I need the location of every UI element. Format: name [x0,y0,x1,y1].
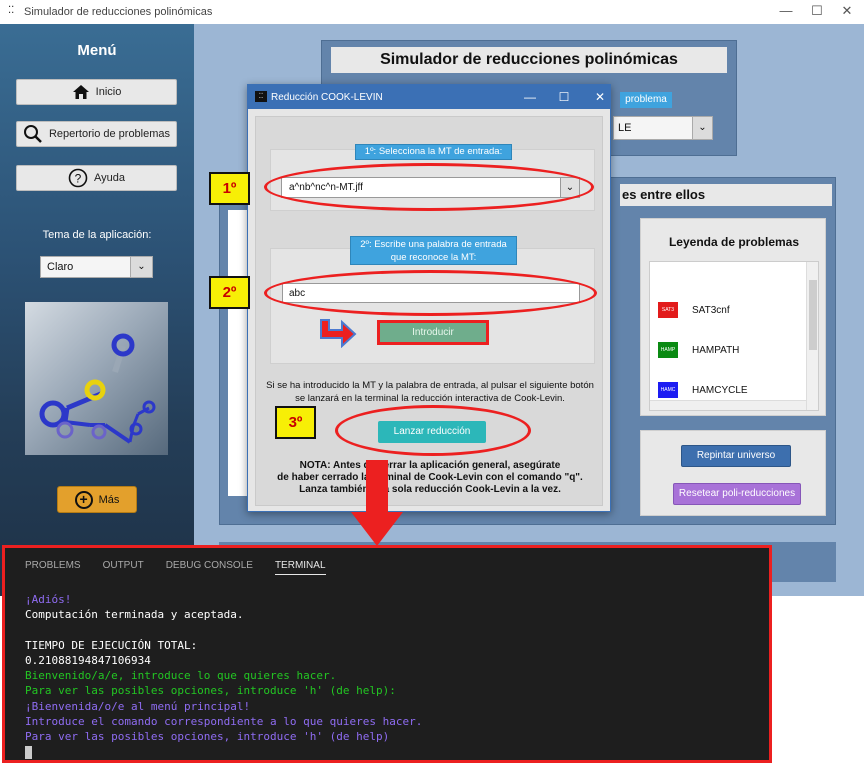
theme-select[interactable]: Claro ⌄ [40,256,153,278]
tab-terminal[interactable]: TERMINAL [274,560,326,575]
legend-panel: Leyenda de problemas SAT3 SAT3cnf HAMP H… [640,218,826,416]
terminal-line: Bienvenido/a/e, introduce lo que quieres… [25,669,337,683]
info-text: Si se ha introducido la MT y la palabra … [256,379,604,405]
legend-item: SAT3 SAT3cnf [658,302,730,318]
terminal-line: Para ver las posibles opciones, introduc… [25,730,390,744]
dialog-app-icon: ⁚⁚ [255,91,267,102]
title-bar: ⁚⁚ Simulador de reducciones polinómicas … [0,0,864,24]
tab-problems[interactable]: PROBLEMS [25,560,81,575]
home-icon [72,85,89,99]
legend-item-label: HAMCYCLE [692,384,748,396]
step1-label: 1º: Selecciona la MT de entrada: [355,144,512,160]
help-icon: ? [68,168,88,188]
terminal-tabs: PROBLEMS OUTPUT DEBUG CONSOLE TERMINAL [25,560,326,575]
right-arrow-icon [320,319,357,348]
terminal-prompt[interactable] [25,745,422,760]
repaint-universe-button[interactable]: Repintar universo [681,445,791,467]
info-line: se lanzará en la terminal la reducción i… [295,393,565,404]
terminal-line: 0.21088194847106934 [25,653,151,667]
terminal-line: Introduce el comando correspondiente a l… [25,715,423,729]
chevron-down-icon: ⌄ [130,257,152,277]
plus-icon: + [74,490,93,509]
step2-label: 2º: Escribe una palabra de entrada que r… [350,236,517,265]
minimize-button[interactable]: — [772,3,800,18]
sidebar: Menú Inicio Repertorio de problemas ? Ay… [0,24,194,596]
search-icon [23,125,42,143]
inicio-button[interactable]: Inicio [16,79,177,105]
repertorio-button[interactable]: Repertorio de problemas [16,121,177,147]
terminal-line: TIEMPO DE EJECUCIÓN TOTAL: [25,638,198,652]
theme-label: Tema de la aplicación: [42,229,152,241]
app-icon: ⁚⁚ [8,5,15,16]
step2-highlight-ellipse [264,270,597,316]
dialog-title: Reducción COOK-LEVIN [271,92,383,103]
step3-highlight-ellipse [335,405,531,456]
legend-item-label: HAMPATH [692,344,740,356]
note-text: NOTA: Antes de cerrar la aplicación gene… [256,460,604,496]
step1-badge: 1º [209,172,250,205]
terminal-output[interactable]: ¡Adiós! Computación terminada y aceptada… [25,592,422,760]
scroll-thumb[interactable] [809,280,817,350]
terminal-line: Para ver las posibles opciones, introduc… [25,684,396,698]
note-line: NOTA: Antes de cerrar la aplicación gene… [299,460,561,471]
legend-scrollbar[interactable] [806,262,818,410]
chevron-down-icon: ⌄ [692,117,712,139]
note-line: Lanza también una sola reducción Cook-Le… [299,484,561,495]
mas-button[interactable]: + Más [57,486,137,513]
legend-swatch: SAT3 [658,302,678,318]
legend-item-label: SAT3cnf [692,304,730,316]
step1-highlight-ellipse [264,163,594,211]
actions-panel: Repintar universo Resetear poli-reduccio… [640,430,826,516]
ayuda-button[interactable]: ? Ayuda [16,165,177,191]
inicio-label: Inicio [95,86,122,98]
tab-debug-console[interactable]: DEBUG CONSOLE [166,560,253,575]
dialog-close-button[interactable]: ✕ [590,90,610,104]
window-title: Simulador de reducciones polinómicas [24,6,213,18]
legend-item: HAMC HAMCYCLE [658,382,748,398]
introduce-highlight-box [377,320,489,345]
universe-title: es entre ellos [620,184,832,206]
reset-reductions-button[interactable]: Resetear poli-reducciones [673,483,801,505]
step2-label-line1: 2º: Escribe una palabra de entrada [360,239,507,250]
step2-label-line2: que reconoce la MT: [390,252,477,263]
ayuda-label: Ayuda [94,172,125,184]
dialog-maximize-button[interactable]: ☐ [554,90,574,104]
terminal-line: ¡Adiós! [25,593,72,606]
step2-badge: 2º [209,276,250,309]
mas-label: Más [98,493,120,506]
legend-list[interactable]: SAT3 SAT3cnf HAMP HAMPATH HAMC HAMCYCLE [649,261,819,411]
note-line: de haber cerrado la terminal de Cook-Lev… [277,472,583,483]
svg-text:?: ? [75,172,82,186]
legend-hscrollbar[interactable] [650,400,806,410]
legend-title: Leyenda de problemas [668,235,800,249]
maximize-button[interactable]: ☐ [803,3,831,19]
problem-select-value: LE [618,122,632,134]
theme-select-value: Claro [47,261,74,273]
terminal-line: ¡Bienvenida/o/e al menú principal! [25,699,251,713]
tab-output[interactable]: OUTPUT [103,560,144,575]
terminal-panel: PROBLEMS OUTPUT DEBUG CONSOLE TERMINAL ¡… [2,545,772,763]
dialog-minimize-button[interactable]: — [520,90,540,104]
dialog-title-bar: ⁚⁚ Reducción COOK-LEVIN — ☐ ✕ [248,85,610,109]
legend-swatch: HAMP [658,342,678,358]
problem-select[interactable]: LE ⌄ [613,116,713,140]
app-logo [25,302,168,455]
menu-title: Menú [77,42,117,59]
main-title: Simulador de reducciones polinómicas [331,47,727,73]
problem-label: problema [620,92,672,108]
down-arrow-icon [351,460,403,546]
step3-badge: 3º [275,406,316,439]
repertorio-label: Repertorio de problemas [48,128,171,140]
terminal-line: Computación terminada y aceptada. [25,608,244,622]
terminal-cursor [25,746,32,760]
info-line: Si se ha introducido la MT y la palabra … [266,380,594,391]
legend-item: HAMP HAMPATH [658,342,739,358]
legend-swatch: HAMC [658,382,678,398]
close-button[interactable]: ✕ [833,3,861,19]
